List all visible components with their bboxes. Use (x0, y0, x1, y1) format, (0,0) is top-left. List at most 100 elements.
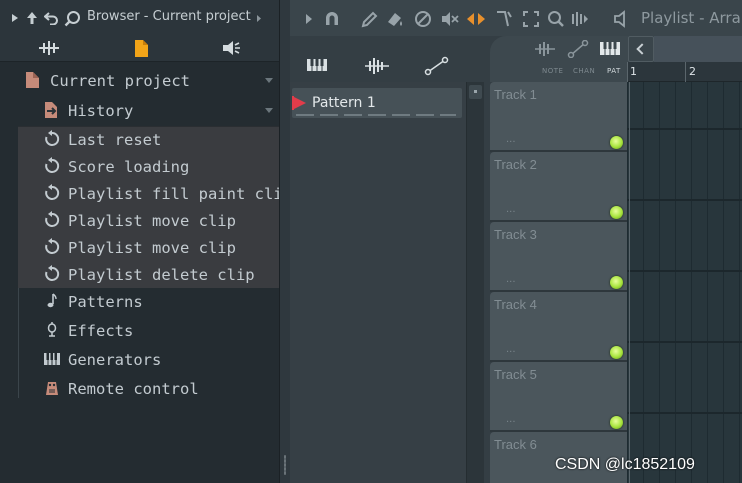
undo-icon[interactable] (43, 9, 59, 27)
pattern-flag-icon (292, 96, 294, 110)
track-enable-icon[interactable] (610, 416, 623, 429)
track-menu[interactable]: ... (506, 134, 516, 145)
panel-splitter[interactable] (279, 0, 290, 483)
tab-note[interactable]: NOTE (542, 67, 563, 75)
track-name: Track 3 (494, 227, 537, 242)
current-project-icon[interactable] (128, 38, 154, 58)
tree-item-history[interactable]: History (18, 97, 279, 124)
arrangement-grid[interactable] (627, 82, 742, 483)
note-filter-icon[interactable] (534, 40, 556, 58)
history-item-label: Playlist delete clip (68, 265, 255, 284)
plugin-database-icon[interactable] (218, 38, 244, 58)
track-header[interactable]: Track 2 ... (490, 152, 627, 222)
tab-chan[interactable]: CHAN (573, 67, 595, 75)
track-enable-icon[interactable] (610, 136, 623, 149)
slice-icon[interactable] (494, 9, 514, 29)
track-menu[interactable]: ... (506, 274, 516, 285)
speaker-icon[interactable] (612, 9, 632, 29)
track-enable-icon[interactable] (610, 276, 623, 289)
mute-icon[interactable] (440, 9, 460, 29)
zoom-icon[interactable] (546, 9, 566, 29)
menu-arrow-icon[interactable] (302, 9, 322, 29)
track-header[interactable]: Track 4 ... (490, 292, 627, 362)
history-item-label: Playlist move clip (68, 238, 236, 257)
tree-connector-line (18, 288, 19, 398)
history-item[interactable]: Playlist move clip (18, 234, 279, 261)
track-menu[interactable]: ... (506, 344, 516, 355)
audio-wave-icon[interactable] (364, 56, 390, 76)
track-menu[interactable]: ... (506, 204, 516, 215)
effects-icon (43, 321, 61, 339)
track-filter-tabs: NOTE CHAN PAT (490, 36, 628, 82)
title-arrow-icon[interactable] (255, 9, 263, 27)
history-item[interactable]: Playlist fill paint clip (18, 180, 292, 207)
tree-item-label: Patterns (68, 292, 143, 311)
history-item-label: Last reset (68, 130, 162, 149)
track-name: Track 6 (494, 437, 537, 452)
playlist-toolbar: Playlist - Arra (290, 0, 742, 36)
folder-icon (25, 71, 43, 89)
tree-item-effects[interactable]: Effects (18, 317, 279, 344)
tree-item-label: History (68, 101, 134, 120)
overview-bar[interactable] (654, 36, 742, 62)
track-enable-icon[interactable] (610, 206, 623, 219)
slip-icon[interactable] (466, 9, 486, 29)
track-header[interactable]: Track 5 ... (490, 362, 627, 432)
chevron-down-icon[interactable] (265, 108, 273, 113)
pattern-filter-icon[interactable] (599, 40, 621, 58)
playhead-line (629, 82, 630, 483)
undo-icon (43, 130, 61, 148)
paint-icon[interactable] (385, 9, 405, 29)
chevron-down-icon[interactable] (265, 78, 273, 83)
select-icon[interactable] (521, 9, 541, 29)
track-header[interactable]: Track 1 ... (490, 82, 627, 152)
menu-arrow-icon[interactable] (9, 9, 21, 27)
tab-pat[interactable]: PAT (607, 67, 621, 75)
browser-title-bar: Browser - Current project (0, 0, 283, 34)
browser-tab-bar (0, 34, 283, 62)
history-item[interactable]: Last reset (18, 126, 279, 153)
all-files-icon[interactable] (36, 38, 62, 58)
tree-item-remote-control[interactable]: Remote control (18, 375, 279, 402)
delete-icon[interactable] (413, 9, 433, 29)
scroll-handle[interactable] (469, 85, 482, 99)
track-header[interactable]: Track 3 ... (490, 222, 627, 292)
playlist-mode-bar (290, 36, 490, 82)
search-icon[interactable] (63, 9, 81, 27)
undo-icon (43, 238, 61, 256)
pencil-icon[interactable] (360, 9, 380, 29)
history-item[interactable]: Playlist delete clip (18, 261, 279, 288)
undo-icon (43, 265, 61, 283)
pattern-label: Pattern 1 (312, 95, 376, 111)
history-item[interactable]: Playlist move clip (18, 207, 279, 234)
pattern-preview (296, 114, 456, 116)
ruler-tick (627, 62, 628, 82)
automation-icon[interactable] (424, 56, 450, 76)
bar-number: 2 (689, 65, 696, 78)
bar-number: 1 (630, 65, 637, 78)
playback-icon[interactable] (570, 9, 590, 29)
track-enable-icon[interactable] (610, 346, 623, 359)
magnet-icon[interactable] (322, 9, 342, 29)
tree-item-patterns[interactable]: Patterns (18, 288, 279, 315)
pattern-item[interactable]: Pattern 1 (292, 88, 462, 118)
track-menu[interactable]: ... (506, 414, 516, 425)
scroll-left-button[interactable] (628, 36, 654, 62)
piano-icon[interactable] (305, 56, 331, 76)
history-item[interactable]: Score loading (18, 153, 279, 180)
ruler-tick (685, 62, 686, 82)
pattern-scrollbar[interactable] (466, 82, 484, 483)
track-name: Track 2 (494, 157, 537, 172)
up-arrow-icon[interactable] (25, 9, 39, 27)
tree-item-current-project[interactable]: Current project (18, 67, 279, 94)
note-icon (43, 292, 61, 310)
playlist-title: Playlist - Arra (641, 9, 741, 27)
browser-title: Browser - Current project (87, 9, 251, 24)
track-header-list: Track 1 ... Track 2 ... Track 3 ... Trac… (490, 82, 627, 483)
splitter-grip-icon[interactable] (284, 455, 286, 475)
tree-item-generators[interactable]: Generators (18, 346, 279, 373)
undo-icon (43, 184, 61, 202)
pattern-picker: Pattern 1 (290, 82, 466, 483)
timeline-ruler[interactable]: 1 2 (627, 62, 742, 82)
channel-filter-icon[interactable] (567, 39, 589, 59)
